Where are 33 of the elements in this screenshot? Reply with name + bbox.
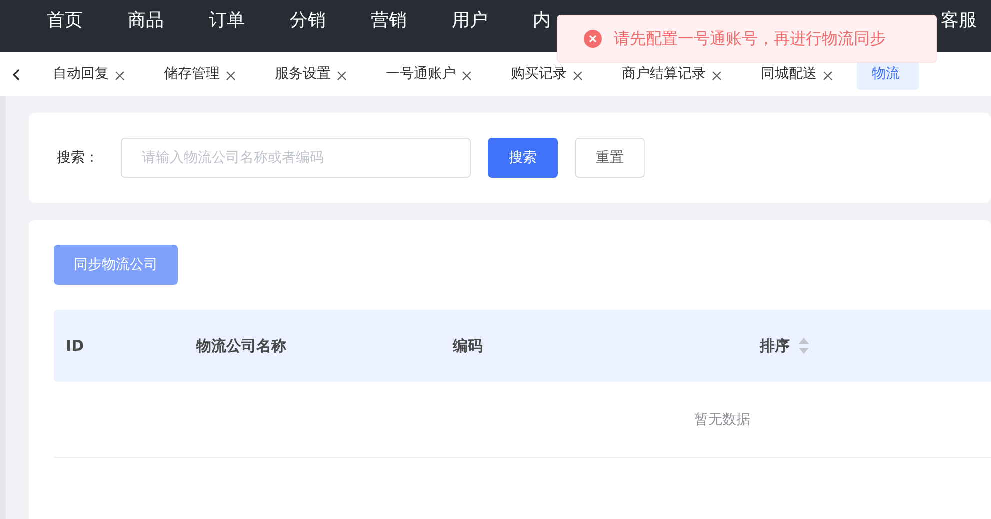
nav-item[interactable]: 订单	[209, 0, 245, 42]
close-icon[interactable]	[573, 69, 583, 79]
nav-item[interactable]: 商品	[128, 0, 164, 42]
column-header: ID	[66, 337, 84, 355]
reset-button[interactable]: 重置	[575, 138, 645, 178]
nav-item[interactable]: 分销	[290, 0, 326, 42]
close-icon[interactable]	[462, 69, 472, 79]
nav-item[interactable]: 营销	[371, 0, 407, 42]
close-icon[interactable]	[823, 69, 833, 79]
column-header: 排序	[760, 336, 790, 356]
tab[interactable]: 自动回复	[38, 58, 144, 90]
tab[interactable]: 服务设置	[260, 58, 366, 90]
column-header: 编码	[452, 336, 483, 356]
close-icon[interactable]	[337, 69, 347, 79]
nav-item[interactable]: 客服	[941, 0, 977, 42]
tab[interactable]: 购买记录	[496, 58, 602, 90]
close-icon[interactable]	[226, 69, 236, 79]
empty-text: 暂无数据	[694, 410, 750, 428]
search-field[interactable]: 请输入物流公司名称或者编码	[121, 138, 471, 178]
tab[interactable]: 一号通账户	[371, 58, 491, 90]
search-button[interactable]: 搜索	[488, 138, 558, 178]
nav-item[interactable]: 用户	[452, 0, 488, 42]
nav-item[interactable]: 内	[533, 0, 551, 42]
tab[interactable]: 储存管理	[149, 58, 255, 90]
close-icon[interactable]	[115, 69, 125, 79]
nav-item[interactable]: 首页	[47, 0, 83, 42]
error-icon	[584, 30, 602, 48]
tab[interactable]: 商户结算记录	[607, 58, 741, 90]
search-label: 搜索：	[57, 149, 100, 167]
column-header: 物流公司名称	[196, 336, 286, 356]
tab[interactable]: 同城配送	[746, 58, 852, 90]
close-icon[interactable]	[712, 69, 722, 79]
toast-message: 请先配置一号通账号，再进行物流同步	[614, 28, 886, 50]
